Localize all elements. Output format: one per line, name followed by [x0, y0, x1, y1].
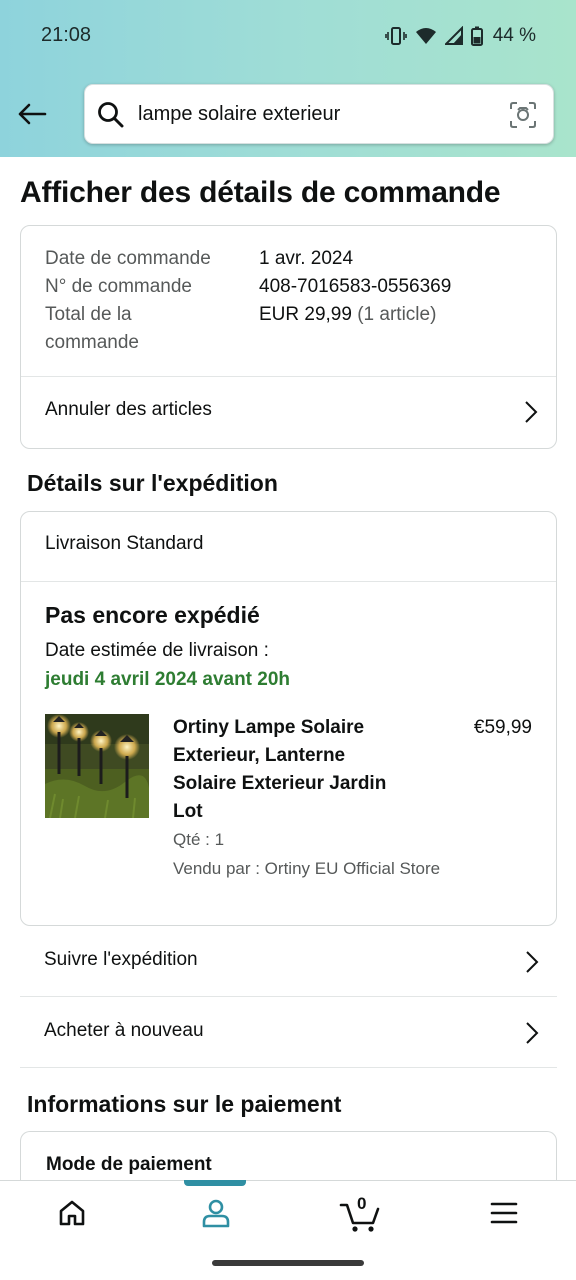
search-icon — [96, 100, 126, 135]
nav-cart[interactable]: 0 — [288, 1181, 432, 1249]
cart-count-badge: 0 — [357, 1194, 367, 1213]
cart-icon: 0 — [339, 1194, 381, 1233]
account-icon — [201, 1198, 231, 1233]
product-image[interactable] — [45, 714, 149, 818]
order-item-count: (1 article) — [357, 304, 437, 325]
nav-home[interactable] — [0, 1181, 144, 1249]
search-input[interactable]: lampe solaire exterieur — [138, 103, 340, 126]
buy-again-row[interactable]: Acheter à nouveau — [20, 998, 557, 1068]
shipping-section-title: Détails sur l'expédition — [27, 470, 278, 496]
status-bar: 21:08 44 % — [0, 0, 576, 72]
nav-account[interactable] — [144, 1181, 288, 1249]
order-number-value: 408-7016583-0556369 — [259, 276, 452, 297]
gesture-handle[interactable] — [212, 1260, 364, 1266]
order-date-label: Date de commande — [45, 248, 211, 269]
order-total-value: EUR 29,99 (1 article) — [259, 301, 436, 329]
product-quantity: Qté : 1 — [173, 830, 225, 849]
shipment-card: Livraison Standard Pas encore expédié Da… — [20, 511, 557, 926]
bottom-navigation: 0 — [0, 1180, 576, 1248]
track-shipment-label: Suivre l'expédition — [44, 949, 198, 970]
estimated-delivery-date: jeudi 4 avril 2024 avant 20h — [45, 669, 291, 690]
status-time: 21:08 — [41, 24, 92, 46]
chevron-right-icon — [524, 400, 538, 429]
page-title: Afficher des détails de commande — [20, 176, 501, 209]
status-icons: 44 % — [384, 22, 536, 50]
order-total-label: Total de la — [45, 304, 132, 325]
order-number-label: N° de commande — [45, 276, 192, 297]
home-icon — [57, 1198, 87, 1233]
payment-section-title: Informations sur le paiement — [27, 1091, 342, 1117]
menu-icon — [490, 1201, 518, 1230]
estimated-delivery-label: Date estimée de livraison : — [45, 640, 269, 661]
battery-icon — [470, 26, 483, 46]
order-total-amount: EUR 29,99 — [259, 304, 352, 325]
back-button[interactable] — [14, 98, 50, 134]
order-summary-card: Date de commande 1 avr. 2024 N° de comma… — [20, 225, 557, 449]
buy-again-label: Acheter à nouveau — [44, 1020, 204, 1041]
divider — [21, 581, 556, 582]
nav-menu[interactable] — [432, 1181, 576, 1249]
chevron-right-icon — [525, 1021, 539, 1050]
cancel-items-label: Annuler des articles — [45, 399, 212, 420]
track-shipment-row[interactable]: Suivre l'expédition — [20, 927, 557, 997]
product-name-link[interactable]: Ortiny Lampe Solaire Exterieur, Lanterne… — [173, 714, 413, 826]
wifi-icon — [415, 26, 437, 46]
product-price: €59,99 — [473, 717, 532, 738]
payment-mode-label: Mode de paiement — [46, 1154, 212, 1175]
active-tab-indicator — [184, 1180, 246, 1186]
vibrate-icon — [384, 25, 407, 47]
camera-search-icon[interactable] — [509, 101, 537, 134]
product-seller: Vendu par : Ortiny EU Official Store — [173, 859, 441, 878]
shipment-status: Pas encore expédié — [45, 602, 260, 628]
cancel-items-row[interactable]: Annuler des articles — [21, 377, 556, 449]
arrow-left-icon — [17, 103, 47, 130]
chevron-right-icon — [525, 950, 539, 979]
signal-icon — [444, 26, 463, 46]
battery-level: 44 % — [492, 25, 536, 46]
order-total-label-line2: commande — [45, 332, 139, 353]
order-date-value: 1 avr. 2024 — [259, 248, 354, 269]
search-bar[interactable]: lampe solaire exterieur — [84, 84, 554, 144]
shipping-method: Livraison Standard — [45, 533, 204, 554]
header-background: 21:08 44 % lampe solaire exterieur — [0, 0, 576, 157]
